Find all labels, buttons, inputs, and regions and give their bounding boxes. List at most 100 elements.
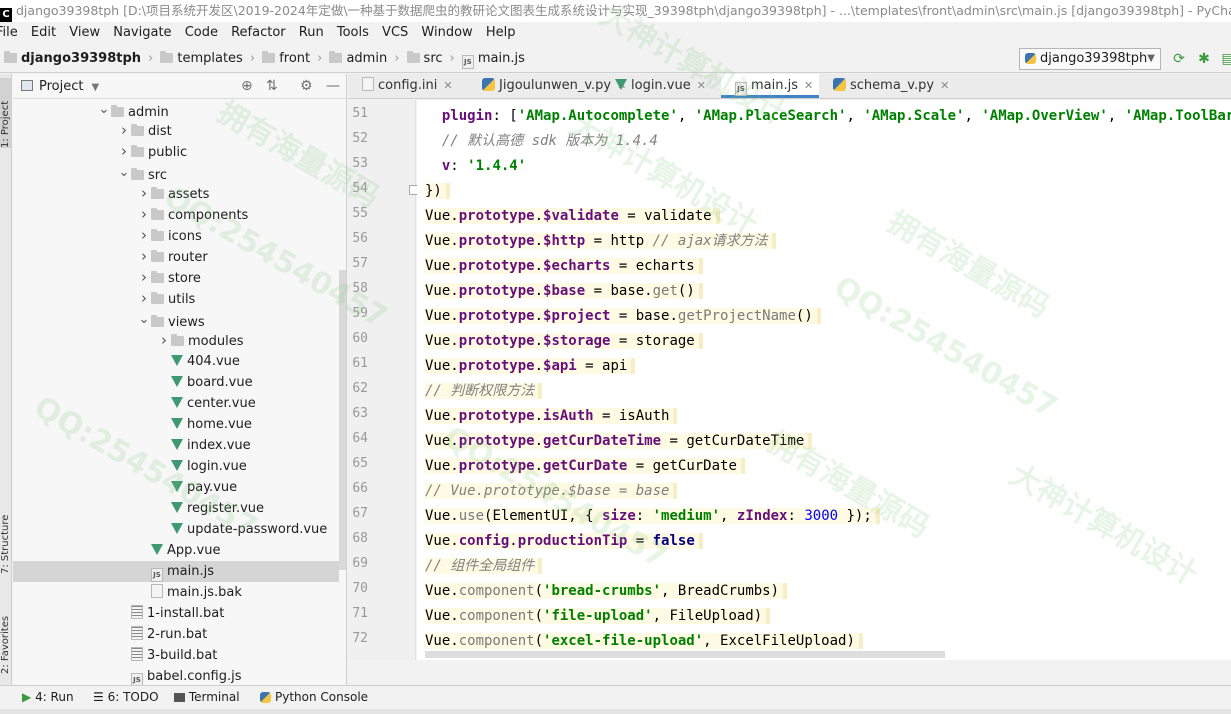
chevron-right-icon[interactable]: ›	[137, 267, 151, 288]
tab-config-ini[interactable]: config.ini ✕	[348, 74, 468, 98]
code-line[interactable]: Vue.prototype.$validate = validate	[425, 204, 720, 229]
coverage-icon[interactable]: ▤	[1219, 50, 1231, 68]
editor-horizontal-scrollbar[interactable]	[425, 651, 945, 658]
gear-icon[interactable]: ⚙	[300, 74, 313, 99]
chevron-right-icon[interactable]: ›	[117, 120, 131, 141]
tree-folder[interactable]: ⌄ admin	[13, 99, 346, 120]
tree-folder[interactable]: › public	[13, 141, 346, 162]
code-line[interactable]: Vue.prototype.$base = base.get()	[425, 279, 703, 304]
todo-tool-button[interactable]: ☰ 6: TODO	[93, 686, 159, 708]
code-line[interactable]: plugin: ['AMap.Autocomplete', 'AMap.Plac…	[425, 104, 1231, 129]
code-line[interactable]: })	[425, 179, 450, 204]
tree-file[interactable]: pay.vue	[13, 477, 346, 498]
tree-folder[interactable]: ⌄ views	[13, 309, 346, 330]
menu-run[interactable]: Run	[299, 22, 324, 44]
tree-file[interactable]: 404.vue	[13, 351, 346, 372]
tree-folder[interactable]: › router	[13, 246, 346, 267]
chevron-right-icon[interactable]: ›	[137, 246, 151, 267]
project-panel-title[interactable]: Project	[39, 79, 83, 94]
project-tool-tab[interactable]: 1: Project	[0, 78, 12, 148]
tree-folder[interactable]: › assets	[13, 183, 346, 204]
tree-file[interactable]: update-password.vue	[13, 519, 346, 540]
tab-main-js[interactable]: JS main.js ✕	[721, 74, 819, 98]
tree-file[interactable]: board.vue	[13, 372, 346, 393]
tree-folder[interactable]: › modules	[13, 330, 346, 351]
code-line[interactable]: // 默认高德 sdk 版本为 1.4.4	[425, 129, 658, 154]
code-line[interactable]: // 判断权限方法	[425, 379, 543, 404]
breadcrumb-front[interactable]: front	[262, 45, 310, 73]
tab-jigoulunwen-v-py[interactable]: Jigoulunwen_v.py ✕	[468, 74, 626, 98]
chevron-right-icon[interactable]: ›	[157, 330, 171, 351]
tree-file[interactable]: 1-install.bat	[13, 603, 346, 624]
tree-folder[interactable]: ⌄ src	[13, 162, 346, 183]
menu-file[interactable]: File	[0, 22, 18, 44]
close-icon[interactable]: ✕	[697, 79, 706, 92]
tree-file[interactable]: home.vue	[13, 414, 346, 435]
breadcrumb-file[interactable]: JS main.js	[461, 45, 525, 73]
code-line[interactable]: Vue.prototype.$echarts = echarts	[425, 254, 703, 279]
code-line[interactable]: v: '1.4.4'	[425, 154, 526, 179]
tree-file[interactable]: JS main.js	[13, 561, 346, 582]
run-configuration-select[interactable]: django39398tph ▼	[1019, 48, 1161, 70]
menu-vcs[interactable]: VCS	[382, 22, 408, 44]
menu-tools[interactable]: Tools	[337, 22, 369, 44]
tree-file[interactable]: center.vue	[13, 393, 346, 414]
menu-edit[interactable]: Edit	[31, 22, 56, 44]
code-editor[interactable]: plugin: ['AMap.Autocomplete', 'AMap.Plac…	[417, 100, 1231, 660]
chevron-down-icon[interactable]: ⌄	[137, 309, 151, 330]
tree-file[interactable]: 2-run.bat	[13, 624, 346, 645]
code-line[interactable]: Vue.prototype.isAuth = isAuth	[425, 404, 678, 429]
run-tool-button[interactable]: ▶ 4: Run	[22, 686, 74, 708]
code-line[interactable]: Vue.prototype.$api = api	[425, 354, 636, 379]
chevron-right-icon[interactable]: ›	[137, 204, 151, 225]
chevron-right-icon[interactable]: ›	[137, 225, 151, 246]
close-icon[interactable]: ✕	[940, 79, 949, 92]
code-line[interactable]: Vue.config.productionTip = false	[425, 529, 703, 554]
code-line[interactable]: Vue.prototype.$http = http // ajax请求方法	[425, 229, 776, 254]
chevron-down-icon[interactable]: ⌄	[97, 99, 111, 120]
close-icon[interactable]: ✕	[804, 79, 813, 92]
code-line[interactable]: // 组件全局组件	[425, 554, 543, 579]
project-scrollbar[interactable]	[339, 100, 346, 685]
tree-file[interactable]: index.vue	[13, 435, 346, 456]
code-line[interactable]: Vue.component('file-upload', FileUpload)	[425, 604, 771, 629]
code-line[interactable]: // Vue.prototype.$base = base	[425, 479, 678, 504]
tree-folder[interactable]: › components	[13, 204, 346, 225]
tree-folder[interactable]: › dist	[13, 120, 346, 141]
structure-tool-tab[interactable]: 7: Structure	[0, 494, 12, 574]
tree-file[interactable]: 3-build.bat	[13, 645, 346, 666]
code-line[interactable]: Vue.prototype.getCurDateTime = getCurDat…	[425, 429, 813, 454]
tree-folder[interactable]: › store	[13, 267, 346, 288]
menu-view[interactable]: View	[69, 22, 100, 44]
breadcrumb-src[interactable]: src	[406, 45, 443, 73]
locate-icon[interactable]: ⊕	[241, 74, 253, 99]
collapse-all-icon[interactable]: ⇅	[266, 74, 278, 99]
python-console-tool-button[interactable]: Python Console	[260, 686, 368, 708]
chevron-right-icon[interactable]: ›	[117, 141, 131, 162]
tree-file[interactable]: App.vue	[13, 540, 346, 561]
code-line[interactable]: Vue.prototype.getCurDate = getCurDate	[425, 454, 745, 479]
tree-folder[interactable]: › icons	[13, 225, 346, 246]
chevron-right-icon[interactable]: ›	[137, 183, 151, 204]
menu-refactor[interactable]: Refactor	[231, 22, 286, 44]
code-line[interactable]: Vue.prototype.$project = base.getProject…	[425, 304, 821, 329]
code-line[interactable]: Vue.prototype.$storage = storage	[425, 329, 703, 354]
terminal-tool-button[interactable]: Terminal	[174, 686, 240, 708]
code-line[interactable]: Vue.use(ElementUI, { size: 'medium', zIn…	[425, 504, 880, 529]
tab-schema-v-py[interactable]: schema_v.py ✕	[819, 74, 949, 98]
tree-file[interactable]: login.vue	[13, 456, 346, 477]
chevron-down-icon[interactable]: ⌄	[117, 162, 131, 183]
menu-navigate[interactable]: Navigate	[113, 22, 171, 44]
menu-code[interactable]: Code	[185, 22, 218, 44]
tree-file[interactable]: main.js.bak	[13, 582, 346, 603]
code-line[interactable]: Vue.component('bread-crumbs', BreadCrumb…	[425, 579, 788, 604]
tree-file[interactable]: register.vue	[13, 498, 346, 519]
breadcrumb-project[interactable]: django39398tph	[4, 45, 141, 73]
tree-file[interactable]: JS babel.config.js	[13, 666, 346, 685]
favorites-tool-tab[interactable]: 2: Favorites	[0, 594, 12, 674]
menu-help[interactable]: Help	[486, 22, 516, 44]
breadcrumb-templates[interactable]: templates	[160, 45, 243, 73]
rerun-icon[interactable]: ⟳	[1170, 50, 1188, 68]
tab-login-vue[interactable]: login.vue ✕	[601, 74, 721, 98]
minimize-icon[interactable]: —	[326, 74, 340, 99]
